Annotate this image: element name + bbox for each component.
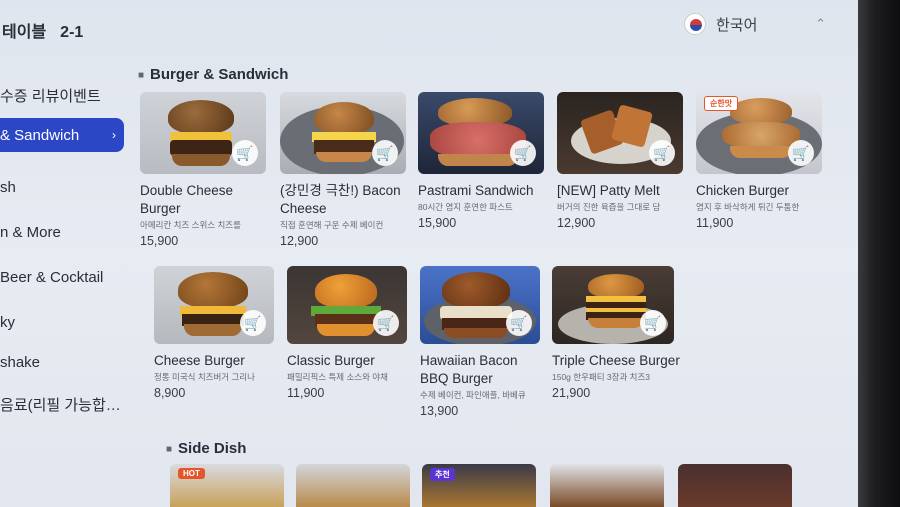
product-price: 15,900	[418, 216, 457, 230]
korea-flag-icon	[684, 13, 706, 35]
product-price: 11,900	[287, 386, 325, 400]
product-name: (강민경 극찬!) Bacon Cheese	[280, 183, 401, 216]
sidebar-item-whisky[interactable]: ky	[0, 305, 124, 339]
product-price: 11,900	[696, 216, 734, 230]
sidebar-item-label: sh	[0, 178, 16, 196]
sidebar-item-burger-sandwich[interactable]: & Sandwich ›	[0, 118, 124, 152]
sidebar-item-label: n & More	[0, 223, 61, 241]
product-price: 13,900	[420, 404, 459, 418]
sidebar-item-drinks[interactable]: 음료(리필 가능합…	[0, 387, 124, 421]
product-image: 🛒	[154, 266, 274, 344]
product-price: 12,900	[280, 234, 319, 248]
section-title-side-dish: ■ Side Dish	[166, 440, 246, 457]
sidebar-item-label: & Sandwich	[0, 126, 80, 144]
product-image: 순한맛 🛒	[696, 92, 822, 174]
sidebar-item-label: ky	[0, 313, 15, 331]
sidebar-item-label: 수증 리뷰이벤트	[0, 87, 101, 105]
sidebar-item-label: Beer & Cocktail	[0, 268, 104, 286]
product-name: Classic Burger	[287, 353, 375, 368]
sidebar-item-label: shake	[0, 353, 41, 371]
side-dish-card[interactable]	[678, 464, 792, 507]
product-description: 패밀리픽스 특제 소스와 야채	[287, 372, 388, 382]
product-description: 정통 미국식 치즈버거 그리나	[154, 372, 255, 382]
product-image: 🛒	[280, 92, 406, 174]
product-name: Pastrami Sandwich	[418, 183, 534, 198]
table-number: 2-1	[60, 24, 84, 41]
sidebar-item-beer-cocktail[interactable]: Beer & Cocktail	[0, 260, 124, 294]
product-name: Triple Cheese Burger	[552, 353, 680, 368]
chevron-down-icon: ⌃	[815, 16, 826, 31]
product-card[interactable]: 순한맛 🛒 Chicken Burger 염지 후 바삭하게 튀긴 두툼한 11…	[696, 92, 824, 230]
product-image: 🛒	[552, 266, 674, 344]
section-title-text: Side Dish	[178, 440, 247, 457]
chevron-right-icon: ›	[112, 128, 116, 142]
kiosk-screen: 테이블 2-1 한국어 ⌃ 수증 리뷰이벤트 & Sandwich › sh n &…	[0, 0, 872, 507]
product-image: 🛒	[140, 92, 266, 174]
product-card[interactable]: 🛒 Pastrami Sandwich 80시간 염지 훈연한 파스트 15,9…	[418, 92, 546, 230]
cart-icon[interactable]: 🛒	[649, 140, 675, 166]
product-card[interactable]: 🛒 Cheese Burger 정통 미국식 치즈버거 그리나 8,900	[154, 266, 282, 400]
product-description: 직접 훈연해 구운 수제 베이컨	[280, 220, 384, 230]
product-name: Chicken Burger	[696, 183, 790, 198]
product-name: [NEW] Patty Melt	[557, 183, 660, 198]
cart-icon[interactable]: 🛒	[373, 310, 399, 336]
table-label-text: 테이블	[2, 24, 47, 41]
table-label: 테이블 2-1	[2, 18, 83, 42]
section-title-text: Burger & Sandwich	[150, 66, 289, 83]
product-price: 12,900	[557, 216, 596, 230]
bullet-icon: ■	[138, 69, 145, 81]
side-dish-card[interactable]: 추천	[422, 464, 536, 507]
product-card[interactable]: 🛒 Double Cheese Burger 아메리칸 치즈 스위스 치즈를 1…	[140, 92, 268, 248]
cart-icon[interactable]: 🛒	[232, 140, 258, 166]
mild-tag: 순한맛	[704, 96, 739, 111]
side-dish-card[interactable]: HOT	[170, 464, 284, 507]
hot-tag: HOT	[178, 468, 205, 479]
product-name: Double Cheese Burger	[140, 183, 234, 216]
sidebar-item-more[interactable]: n & More	[0, 215, 124, 249]
product-image: 🛒	[418, 92, 544, 174]
cart-icon[interactable]: 🛒	[788, 140, 814, 166]
product-card[interactable]: 🛒 [NEW] Patty Melt 버거의 진한 육즙을 그대로 담 12,9…	[557, 92, 685, 230]
product-price: 8,900	[154, 386, 186, 400]
section-title-burger: ■ Burger & Sandwich	[138, 66, 288, 83]
cart-icon[interactable]: 🛒	[640, 310, 666, 336]
product-description: 버거의 진한 육즙을 그대로 담	[557, 202, 661, 212]
product-name: Cheese Burger	[154, 353, 245, 368]
bullet-icon: ■	[166, 443, 173, 455]
product-description: 염지 후 바삭하게 튀긴 두툼한	[696, 202, 800, 212]
product-description: 아메리칸 치즈 스위스 치즈를	[140, 220, 241, 230]
cart-icon[interactable]: 🛒	[240, 310, 266, 336]
product-price: 15,900	[140, 234, 179, 248]
language-selector[interactable]: 한국어 ⌃	[672, 6, 842, 42]
product-card[interactable]: 🛒 (강민경 극찬!) Bacon Cheese 직접 훈연해 구운 수제 베이…	[280, 92, 408, 248]
sidebar-item-shake[interactable]: shake	[0, 345, 124, 379]
product-card[interactable]: 🛒 Classic Burger 패밀리픽스 특제 소스와 야채 11,900	[287, 266, 415, 400]
product-description: 80시간 염지 훈연한 파스트	[418, 202, 513, 212]
product-image: 🛒	[557, 92, 683, 174]
product-description: 150g 한우패티 3장과 치즈3	[552, 372, 651, 382]
cart-icon[interactable]: 🛒	[372, 140, 398, 166]
product-card[interactable]: 🛒 Hawaiian Bacon BBQ Burger 수제 베이컨, 파인애플…	[420, 266, 548, 418]
language-label: 한국어	[716, 16, 758, 34]
product-image: 🛒	[420, 266, 540, 344]
sidebar-item-side-dish[interactable]: sh	[0, 170, 124, 204]
product-price: 21,900	[552, 386, 591, 400]
recommend-tag: 추천	[430, 468, 455, 481]
sidebar-item-label: 음료(리필 가능합…	[0, 396, 121, 414]
product-image: 🛒	[287, 266, 407, 344]
cart-icon[interactable]: 🛒	[506, 310, 532, 336]
product-name: Hawaiian Bacon BBQ Burger	[420, 353, 518, 386]
side-dish-card[interactable]	[296, 464, 410, 507]
side-dish-card[interactable]	[550, 464, 664, 507]
product-description: 수제 베이컨, 파인애플, 바베큐	[420, 390, 526, 400]
device-bezel	[858, 0, 900, 507]
product-card[interactable]: 🛒 Triple Cheese Burger 150g 한우패티 3장과 치즈3…	[552, 266, 680, 400]
sidebar-item-review-event[interactable]: 수증 리뷰이벤트	[0, 78, 124, 112]
cart-icon[interactable]: 🛒	[510, 140, 536, 166]
